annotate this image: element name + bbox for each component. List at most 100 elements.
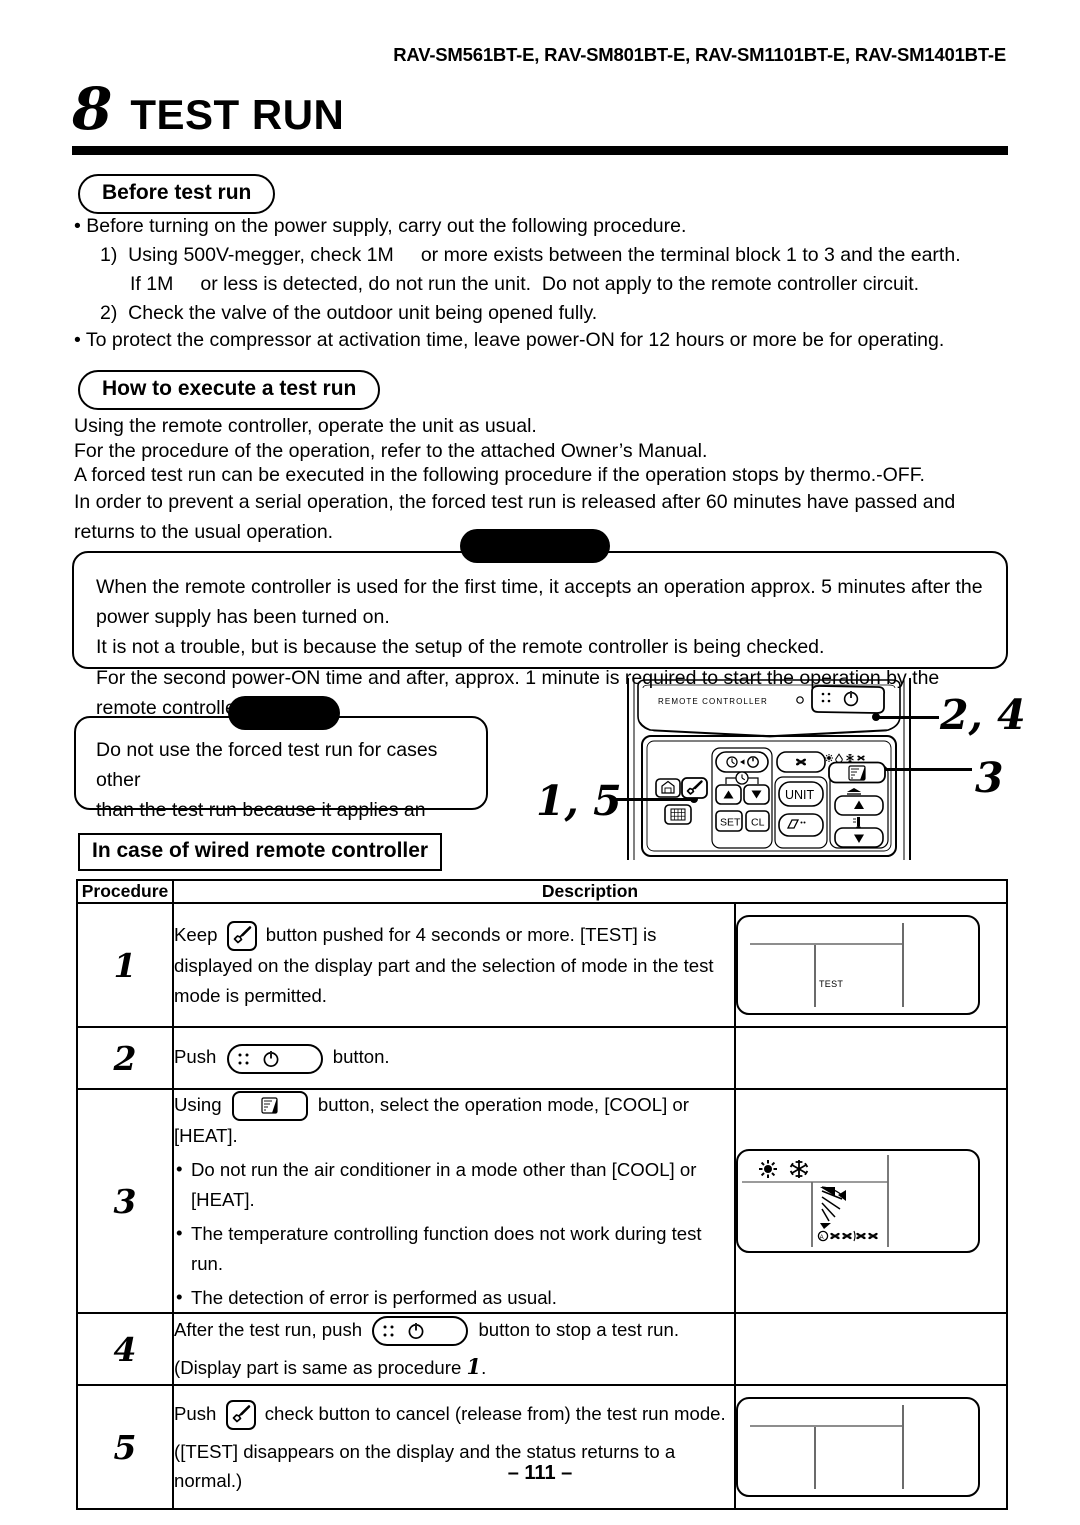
lcd-panel-test: TEST <box>736 915 980 1015</box>
svg-text:A: A <box>820 1235 824 1241</box>
row-4-line2-after: . <box>481 1357 487 1379</box>
rc-clock-icon <box>735 771 749 785</box>
rc-clear-button: CL <box>745 810 770 832</box>
rc-start-stop-button <box>811 685 886 714</box>
mode-icon[interactable] <box>231 1091 308 1122</box>
row-3-number: 3 <box>76 1087 174 1315</box>
rc-louver-button <box>778 813 824 837</box>
before-item-1: 1) Using 500V-megger, check 1M or more e… <box>100 244 961 266</box>
rc-label-text: REMOTE CONTROLLER <box>658 697 768 706</box>
note-box-2: Do not use the forced test run for cases… <box>74 716 488 852</box>
lcd-vline-2 <box>902 923 904 1007</box>
louver-swing-icon <box>820 1186 846 1230</box>
model-numbers-header: RAV-SM561BT-E, RAV-SM801BT-E, RAV-SM1101… <box>393 44 1006 65</box>
check-icon[interactable] <box>225 1400 256 1431</box>
row-5-description: Push check button to cancel (release fro… <box>172 1384 736 1511</box>
before-bullet-1: • Before turning on the power supply, ca… <box>74 215 687 237</box>
fan-speed-bar-icon: A <box>817 1230 878 1242</box>
table-row: 4 After the test run, push button to sto… <box>76 1312 1008 1387</box>
note-box-1-line-2: It is not a trouble, but is because the … <box>96 636 825 659</box>
power-icon[interactable] <box>226 1043 323 1074</box>
row-2-text-before: Push <box>174 1046 217 1068</box>
page-number: – 111 – <box>507 1462 573 1484</box>
lcd-hline <box>750 1425 902 1428</box>
row-4-number: 4 <box>76 1312 174 1387</box>
row-4-line2-number: 1 <box>466 1354 482 1380</box>
rc-mode-button <box>828 761 886 784</box>
rc-set-button: SET <box>715 810 743 832</box>
rc-temp-down-button <box>834 827 884 848</box>
callout-2-4: 2, 4 <box>940 691 1026 739</box>
rc-vent-button <box>664 804 692 825</box>
svg-text:UNIT: UNIT <box>785 788 815 802</box>
row-1-description: Keep button pushed for 4 seconds or more… <box>172 902 736 1028</box>
before-test-run-heading: Before test run <box>78 174 276 214</box>
row-2-description: Push button. <box>172 1026 736 1090</box>
note-box-2-tab <box>228 696 340 730</box>
row-4-text-before: After the test run, push <box>174 1319 363 1341</box>
rc-timer-down-button <box>743 784 770 805</box>
before-bullet-2: • To protect the compressor at activatio… <box>74 329 945 351</box>
row-2-lcd-cell <box>734 1026 1008 1090</box>
check-icon[interactable] <box>226 921 257 952</box>
note-box-2-line-2: than the test run because it applies an <box>96 799 426 822</box>
rc-temp-up-button <box>834 795 884 816</box>
row-1-text-before: Keep <box>174 924 218 946</box>
lcd-panel-mode: A <box>736 1149 980 1254</box>
svg-text:SET: SET <box>720 817 741 829</box>
remote-controller-diagram: REMOTE CONTROLLER A <box>620 678 920 865</box>
rc-unit-button: UNIT <box>778 781 824 807</box>
row-3-lcd-cell: A <box>734 1087 1008 1315</box>
lcd-hline <box>750 943 902 945</box>
row-3-text-before: Using <box>174 1094 222 1115</box>
section-heading-wired-remote: In case of wired remote controller <box>78 833 443 871</box>
svg-text:CL: CL <box>751 817 765 829</box>
before-item-2: 2) Check the valve of the outdoor unit b… <box>100 302 598 324</box>
row-5-text-after: check button to cancel (release from) th… <box>264 1402 726 1424</box>
cool-snow-icon <box>789 1160 809 1179</box>
before-item-1b: If 1M or less is detected, do not run th… <box>130 273 920 295</box>
rc-fan-speed-button <box>776 751 826 773</box>
chapter-title: TEST RUN <box>130 91 345 138</box>
rc-filter-button <box>655 778 681 798</box>
table-row: 1 Keep button pushed for 4 seconds or mo… <box>76 902 1008 1028</box>
power-icon[interactable] <box>372 1316 469 1347</box>
rc-indicator-lamp <box>796 696 804 704</box>
lcd-test-label: TEST <box>819 979 844 989</box>
remote-controller-svg: REMOTE CONTROLLER A <box>627 678 911 860</box>
row-5-lcd-cell <box>734 1384 1008 1511</box>
manual-page: RAV-SM561BT-E, RAV-SM801BT-E, RAV-SM1101… <box>0 0 1080 1525</box>
column-header-description: Description <box>172 879 1008 904</box>
row-4-lcd-cell <box>734 1312 1008 1387</box>
note-box-1: When the remote controller is used for t… <box>72 551 1008 719</box>
rc-timer-button <box>715 751 769 773</box>
procedure-table: Procedure Description 1 Keep button push… <box>76 879 1008 1511</box>
rc-louver-indicator-icon <box>847 788 861 795</box>
column-header-procedure: Procedure <box>76 879 174 904</box>
callout-1-5: 1, 5 <box>536 777 622 825</box>
row-4-description: After the test run, push button to stop … <box>172 1312 736 1387</box>
row-2-text-after: button. <box>332 1046 390 1068</box>
table-row: 5 Push check button to cancel (release f… <box>76 1384 1008 1511</box>
row-1-lcd-cell: TEST <box>734 902 1008 1028</box>
lcd-mode-graphics: A <box>742 1155 889 1248</box>
table-row: 3 Using button, select the operation mod… <box>76 1087 1008 1315</box>
row-3-bullet-3: The detection of error is performed as u… <box>174 1282 734 1312</box>
row-2-number: 2 <box>76 1026 174 1090</box>
note-box-1-line-1: When the remote controller is used for t… <box>96 576 983 629</box>
rc-timer-up-button <box>715 784 742 805</box>
rc-check-button <box>681 777 708 799</box>
note-box-1-tab <box>460 529 610 563</box>
row-3-description: Using button, select the operation mode,… <box>172 1087 736 1315</box>
chapter-rule <box>72 146 1008 155</box>
lcd-vline-1 <box>814 945 816 1007</box>
table-row: 2 Push button. <box>76 1026 1008 1090</box>
note-box-2-line-1: Do not use the forced test run for cases… <box>96 739 438 792</box>
row-5-text-before: Push <box>174 1402 217 1424</box>
how-to-line-3: A forced test run can be executed in the… <box>74 464 925 486</box>
heat-sun-icon <box>759 1160 777 1179</box>
table-header-row: Procedure Description <box>76 879 1008 904</box>
row-5-number: 5 <box>76 1384 174 1511</box>
row-3-bullet-2: The temperature controlling function doe… <box>174 1218 734 1278</box>
how-to-heading: How to execute a test run <box>78 370 381 410</box>
